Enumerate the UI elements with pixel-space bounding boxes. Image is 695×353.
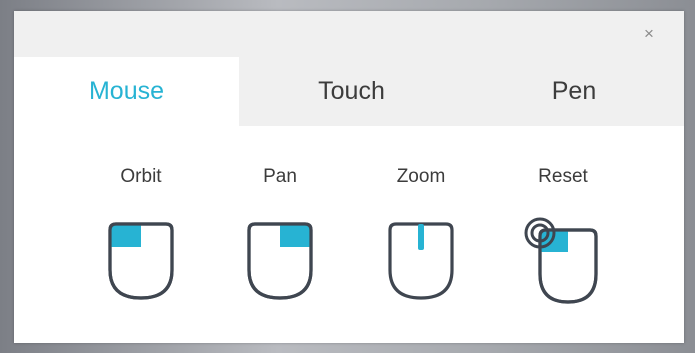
control-reset: Reset (503, 126, 623, 326)
mouse-left-button-icon (108, 222, 174, 300)
tab-pen[interactable]: Pen (464, 57, 684, 126)
tab-touch[interactable]: Touch (239, 57, 464, 126)
title-bar: × (14, 11, 684, 57)
control-pan: Pan (220, 126, 340, 326)
mouse-controls: Orbit Pan Zoom Reset (14, 126, 684, 343)
tab-mouse[interactable]: Mouse (14, 57, 239, 126)
mouse-double-click-icon (524, 217, 598, 304)
mouse-scroll-wheel-icon (388, 222, 454, 300)
reset-label: Reset (538, 166, 588, 187)
control-orbit: Orbit (81, 126, 201, 326)
orbit-label: Orbit (120, 166, 162, 187)
pan-label: Pan (263, 166, 297, 187)
mouse-right-button-icon (247, 222, 313, 300)
input-mode-tabs: Mouse Touch Pen (14, 57, 684, 126)
close-icon: × (644, 24, 654, 43)
tab-touch-label: Touch (318, 77, 385, 105)
control-zoom: Zoom (361, 126, 481, 326)
zoom-label: Zoom (396, 166, 446, 187)
close-button[interactable]: × (638, 23, 660, 45)
tab-mouse-label: Mouse (88, 77, 165, 105)
tab-pen-label: Pen (551, 77, 597, 105)
navigation-help-dialog: × Mouse Touch Pen Orbit Pan Zoom Reset (14, 11, 684, 343)
